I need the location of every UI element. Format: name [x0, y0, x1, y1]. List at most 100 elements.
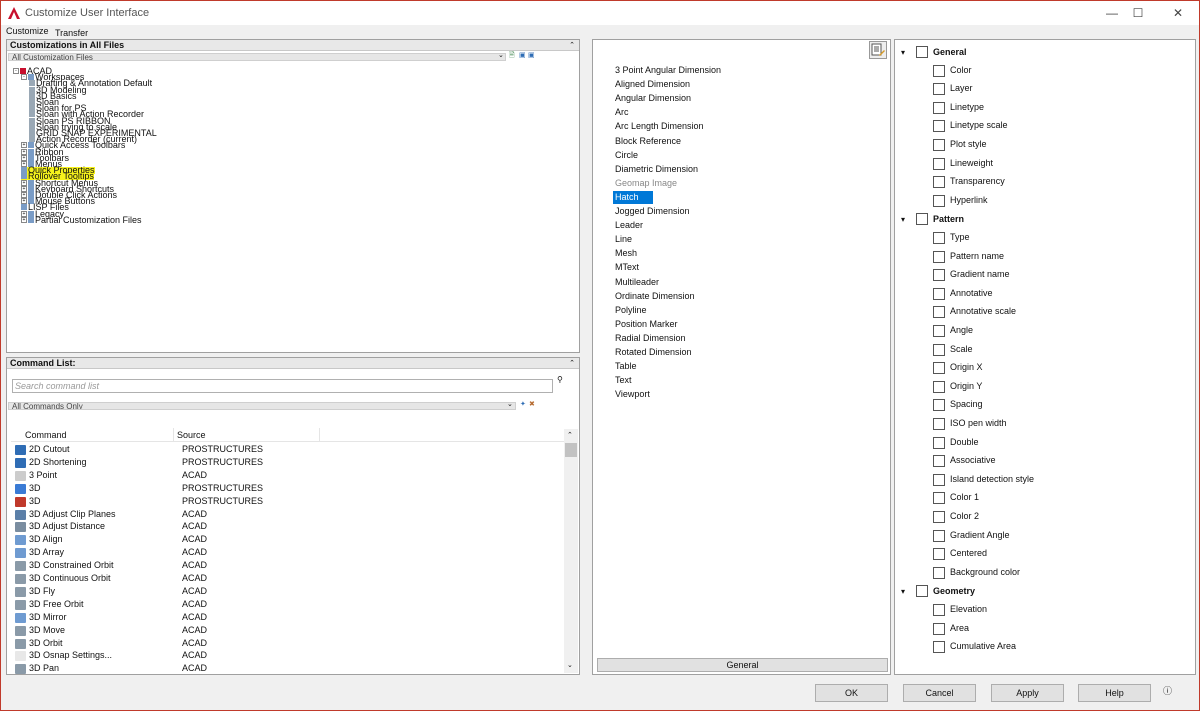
general-button[interactable]: General [597, 658, 888, 672]
open-file-icon[interactable]: 🗎 [509, 51, 515, 62]
property-checkbox[interactable] [933, 566, 945, 579]
expand-node-icon[interactable]: + [21, 216, 27, 223]
section-checkbox[interactable] [916, 213, 928, 226]
expand-node-icon[interactable]: + [21, 161, 27, 167]
property-checkbox[interactable] [933, 473, 945, 486]
property-checkbox[interactable] [933, 194, 945, 207]
customization-file-filter[interactable]: All Customization Files [8, 53, 506, 61]
expand-node-icon[interactable]: + [21, 210, 27, 217]
object-type-item[interactable]: Viewport [615, 388, 650, 401]
property-checkbox[interactable] [933, 250, 945, 263]
column-header-source[interactable]: Source [177, 430, 206, 440]
property-checkbox[interactable] [933, 64, 945, 77]
object-type-item[interactable]: Leader [615, 219, 643, 232]
object-type-item[interactable]: Position Marker [615, 318, 678, 331]
property-checkbox[interactable] [933, 139, 945, 151]
expand-node-icon[interactable]: + [21, 154, 27, 161]
table-row[interactable]: 3D Adjust Clip Planes ACAD [11, 508, 567, 521]
expand-dialog-icon[interactable]: ⓘ [1163, 684, 1172, 697]
chevron-down-icon[interactable]: ⌄ [507, 400, 513, 408]
close-button[interactable]: ✕ [1163, 3, 1193, 23]
property-checkbox[interactable] [933, 120, 945, 133]
property-checkbox[interactable] [933, 83, 945, 96]
scroll-thumb[interactable] [565, 443, 577, 457]
table-row[interactable]: 3D PROSTRUCTURES [11, 495, 567, 508]
object-type-item[interactable]: Arc [615, 106, 629, 119]
object-type-item[interactable]: Hatch [613, 190, 653, 204]
object-type-item[interactable]: Line [615, 233, 632, 246]
collapse-node-icon[interactable]: - [21, 74, 27, 81]
column-header-command[interactable]: Command [25, 430, 67, 440]
table-row[interactable]: 3D Fly ACAD [11, 585, 567, 598]
property-checkbox[interactable] [933, 343, 945, 356]
table-row[interactable]: 3D Constrained Orbit ACAD [11, 559, 567, 572]
object-type-item[interactable]: Table [615, 360, 637, 373]
table-row[interactable]: 3D PROSTRUCTURES [11, 482, 567, 495]
property-checkbox[interactable] [933, 101, 945, 114]
property-checkbox[interactable] [933, 511, 945, 523]
help-button[interactable]: Help [1078, 684, 1151, 702]
cancel-button[interactable]: Cancel [903, 684, 976, 702]
object-type-item[interactable]: Multileader [615, 276, 659, 289]
object-type-item[interactable]: Block Reference [615, 135, 681, 148]
object-type-item[interactable]: Mesh [615, 247, 637, 260]
command-filter-select[interactable]: All Commands Only [8, 402, 516, 410]
collapse-section-icon[interactable]: ▾ [901, 587, 905, 596]
object-type-item[interactable]: Aligned Dimension [615, 78, 690, 91]
object-type-item[interactable]: Diametric Dimension [615, 163, 698, 176]
expand-node-icon[interactable]: + [21, 179, 27, 186]
table-row[interactable]: 3 Point ACAD [11, 469, 567, 482]
table-row[interactable]: 3D Continuous Orbit ACAD [11, 572, 567, 585]
table-row[interactable]: 3D Free Orbit ACAD [11, 598, 567, 611]
chevron-down-icon[interactable]: ⌄ [498, 51, 504, 59]
table-row[interactable]: 3D Orbit ACAD [11, 637, 567, 650]
property-checkbox[interactable] [933, 325, 945, 337]
property-checkbox[interactable] [933, 287, 945, 300]
property-checkbox[interactable] [933, 269, 945, 282]
object-type-item[interactable]: Circle [615, 149, 638, 162]
table-row[interactable]: 3D Move ACAD [11, 624, 567, 637]
object-type-item[interactable]: Text [615, 374, 632, 387]
new-command-icon[interactable]: ✦ [520, 400, 526, 408]
property-checkbox[interactable] [933, 641, 945, 654]
expand-node-icon[interactable]: + [21, 192, 27, 198]
command-list-scrollbar[interactable]: ⌃ ⌄ [564, 429, 578, 673]
object-type-item[interactable]: Geomap Image [615, 177, 677, 190]
object-type-item[interactable]: 3 Point Angular Dimension [615, 64, 721, 77]
table-row[interactable]: 3D Array ACAD [11, 546, 567, 559]
table-row[interactable]: 3D Mirror ACAD [11, 611, 567, 624]
table-row[interactable]: 3D Align ACAD [11, 533, 567, 546]
expand-node-icon[interactable]: + [21, 185, 27, 192]
tree-item[interactable]: + Partial Customization Files [21, 215, 142, 224]
property-checkbox[interactable] [933, 380, 945, 393]
ok-button[interactable]: OK [815, 684, 888, 702]
tab-customize[interactable]: Customize [6, 26, 49, 36]
property-checkbox[interactable] [933, 622, 945, 635]
property-checkbox[interactable] [933, 455, 945, 468]
apply-button[interactable]: Apply [991, 684, 1064, 702]
object-type-item[interactable]: MText [615, 261, 639, 274]
scroll-up-icon[interactable]: ⌃ [567, 431, 573, 439]
expand-node-icon[interactable]: + [21, 198, 27, 205]
table-row[interactable]: 2D Shortening PROSTRUCTURES [11, 456, 567, 469]
expand-node-icon[interactable]: + [21, 142, 27, 149]
collapse-section-icon[interactable]: ▾ [901, 48, 905, 57]
table-row[interactable]: 3D Osnap Settings... ACAD [11, 649, 567, 662]
object-type-item[interactable]: Arc Length Dimension [615, 120, 704, 133]
command-search-input[interactable]: Search command list [12, 379, 553, 393]
table-row[interactable]: 2D Cutout PROSTRUCTURES [11, 443, 567, 456]
table-row[interactable]: 3D Pan ACAD [11, 662, 567, 674]
object-type-item[interactable]: Rotated Dimension [615, 346, 692, 359]
expand-node-icon[interactable]: + [21, 148, 27, 155]
property-checkbox[interactable] [933, 492, 945, 505]
object-type-item[interactable]: Jogged Dimension [615, 205, 690, 218]
property-checkbox[interactable] [933, 157, 945, 170]
maximize-button[interactable]: ☐ [1123, 3, 1153, 23]
property-checkbox[interactable] [933, 548, 945, 561]
object-type-item[interactable]: Polyline [615, 304, 647, 317]
property-checkbox[interactable] [933, 604, 945, 616]
save-all-icon[interactable]: ▣ [528, 51, 535, 59]
object-type-item[interactable]: Angular Dimension [615, 92, 691, 105]
property-checkbox[interactable] [933, 529, 945, 542]
table-row[interactable]: 3D Adjust Distance ACAD [11, 520, 567, 533]
